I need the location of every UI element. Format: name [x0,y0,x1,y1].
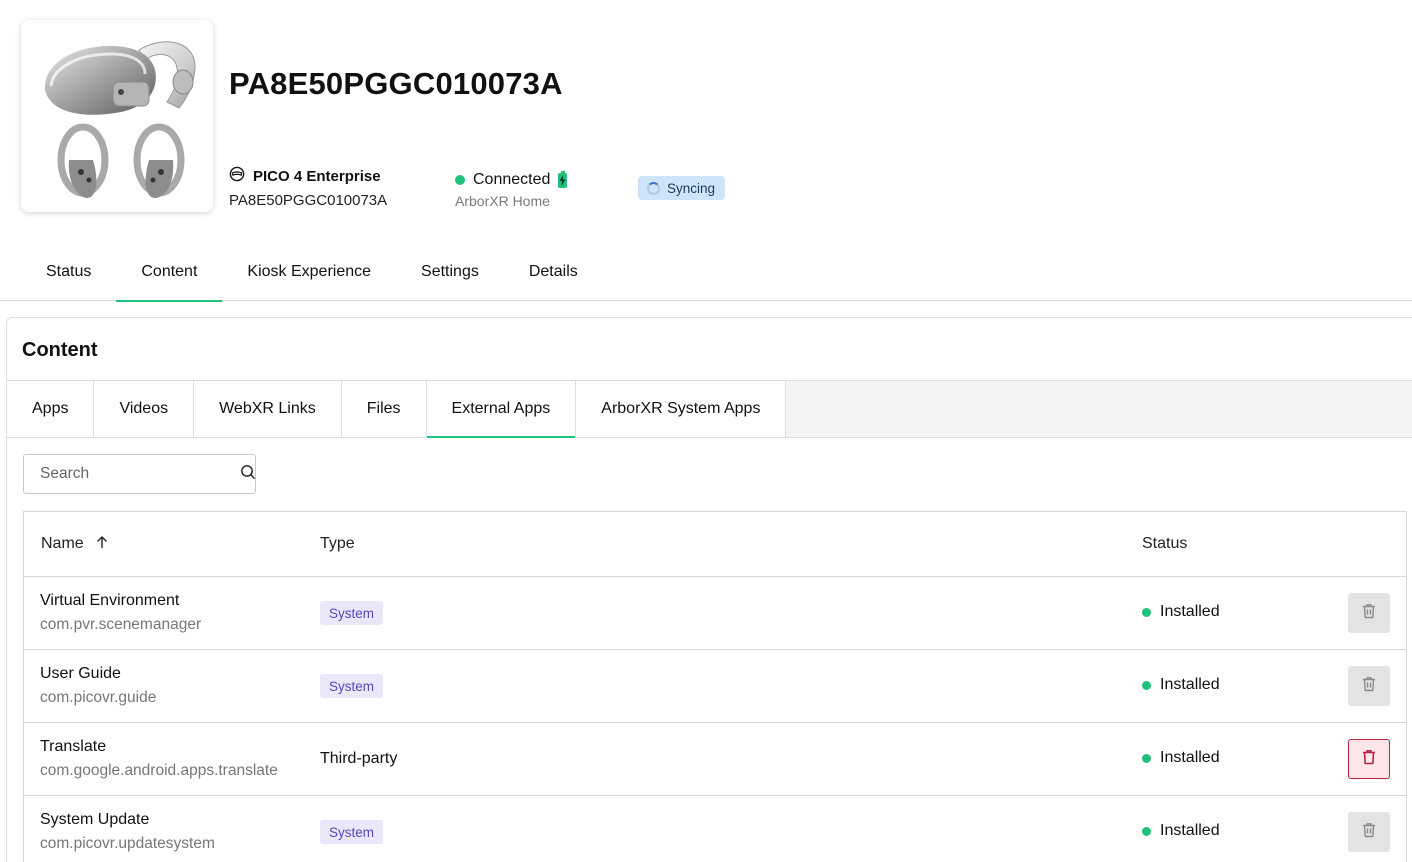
table-row[interactable]: System Update com.picovr.updatesystem Sy… [24,796,1406,862]
subtab-webxr-links[interactable]: WebXR Links [194,381,342,437]
subtab-videos-label: Videos [119,400,169,417]
content-panel: Content Apps Videos WebXR Links Files Ex… [6,317,1412,862]
app-name: Translate [40,738,107,755]
type-badge: System [320,601,384,625]
device-model-line: PICO 4 Enterprise [229,166,387,186]
battery-charging-icon [558,170,568,188]
delete-button[interactable] [1348,666,1390,706]
vr-headset-illustration [44,41,196,198]
app-package: com.pvr.scenemanager [40,616,202,633]
device-tabs: Status Content Kiosk Experience Settings… [0,242,1412,302]
subtab-arborxr-system-apps-label: ArborXR System Apps [601,400,761,417]
table-row[interactable]: Translate com.google.android.apps.transl… [24,723,1406,796]
trash-icon [1362,676,1376,697]
device-title: PA8E50PGGC010073A [229,66,563,101]
tab-settings-label: Settings [421,262,479,280]
app-name: System Update [40,811,150,828]
connection-status: Connected [473,171,551,188]
status-label: Installed [1160,749,1220,766]
tab-details-label: Details [528,262,578,280]
sync-status-label: Syncing [667,180,716,196]
device-model-block: PICO 4 Enterprise PA8E50PGGC010073A [229,166,387,209]
table-row[interactable]: Virtual Environment com.pvr.scenemanager… [24,577,1406,650]
status-label: Installed [1160,676,1220,693]
tab-kiosk-experience-label: Kiosk Experience [247,262,372,280]
external-apps-table: Name Type Status Virtual Environment com… [23,511,1407,862]
app-package: com.google.android.apps.translate [40,762,278,779]
status-cell: Installed [1142,676,1220,694]
installed-status-dot [1142,753,1151,763]
type-badge: System [320,820,384,844]
connected-status-dot [455,175,465,185]
subtab-external-apps[interactable]: External Apps [426,381,577,438]
installed-status-dot [1142,826,1151,836]
column-header-type[interactable]: Type [320,535,355,553]
installed-status-dot [1142,680,1151,690]
type-label: Third-party [320,750,398,767]
column-header-status[interactable]: Status [1142,535,1187,553]
trash-icon [1362,822,1376,843]
delete-button[interactable] [1348,739,1390,779]
spinner-icon [647,181,660,195]
tab-details[interactable]: Details [504,242,603,301]
search-icon[interactable] [240,464,256,485]
status-cell: Installed [1142,822,1220,840]
device-model: PICO 4 Enterprise [253,167,381,185]
panel-title: Content [22,339,98,361]
app-package: com.picovr.updatesystem [40,835,215,852]
subtab-videos[interactable]: Videos [94,381,195,437]
device-serial: PA8E50PGGC010073A [229,192,388,209]
delete-button[interactable] [1348,593,1390,633]
content-subtabs: Apps Videos WebXR Links Files External A… [7,380,1412,438]
app-name: User Guide [40,665,121,682]
device-image [21,20,213,212]
headset-icon [229,166,245,186]
subtab-arborxr-system-apps[interactable]: ArborXR System Apps [576,381,787,437]
status-label: Installed [1160,822,1220,839]
tab-settings[interactable]: Settings [396,242,504,301]
subtab-external-apps-label: External Apps [451,400,551,417]
tab-content-label: Content [141,262,198,280]
column-header-name-label: Name [41,535,84,552]
app-package: com.picovr.guide [40,689,157,706]
tab-status[interactable]: Status [21,242,116,301]
subtab-apps-label: Apps [32,400,69,417]
tab-kiosk-experience[interactable]: Kiosk Experience [222,242,396,301]
arrow-up-icon [96,535,108,554]
subtab-apps[interactable]: Apps [7,381,95,437]
delete-button[interactable] [1348,812,1390,852]
trash-icon [1362,603,1376,624]
status-cell: Installed [1142,603,1220,621]
status-label: Installed [1160,603,1220,620]
table-row[interactable]: User Guide com.picovr.guide System Insta… [24,650,1406,723]
type-badge: System [320,674,384,698]
launcher-name: ArborXR Home [455,193,550,209]
subtab-webxr-links-label: WebXR Links [219,400,316,417]
status-cell: Installed [1142,749,1220,767]
tab-status-label: Status [46,262,92,280]
sync-status-badge: Syncing [638,176,726,200]
subtab-files[interactable]: Files [341,381,427,437]
tab-content[interactable]: Content [116,242,223,302]
search-input[interactable] [40,465,240,483]
column-header-name[interactable]: Name [41,535,108,554]
app-name: Virtual Environment [40,592,180,609]
table-header: Name Type Status [24,512,1406,577]
trash-icon [1362,749,1376,770]
subtab-files-label: Files [366,400,401,417]
installed-status-dot [1142,607,1151,617]
search-box [23,454,256,494]
connection-block: Connected ArborXR Home [455,170,568,209]
